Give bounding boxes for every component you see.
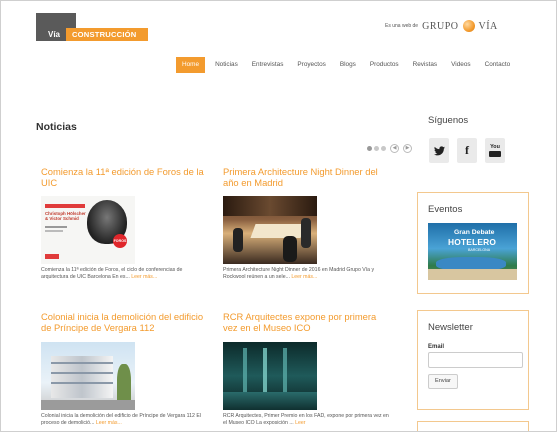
nav-contacto[interactable]: Contacto (485, 57, 511, 73)
poster-name-b: & Victor Schmid (45, 216, 79, 221)
news-card-title[interactable]: Colonial inicia la demolición del edific… (41, 311, 209, 333)
exhibit-floor (223, 392, 317, 410)
news-card-desc: Primera Architecture Night Dinner de 201… (223, 267, 389, 281)
group-brand[interactable]: Es una web de GRUPO VÍA (385, 19, 498, 33)
youtube-text: You (490, 144, 500, 150)
section-title: Noticias (36, 121, 77, 133)
render-street (41, 400, 135, 410)
twitter-bird-icon (433, 145, 445, 155)
youtube-tube (489, 151, 501, 157)
poster-line (45, 226, 67, 228)
nav-noticias[interactable]: Noticias (215, 57, 238, 73)
next-box (417, 421, 529, 431)
send-button[interactable]: Enviar (428, 374, 458, 389)
nav-proyectos[interactable]: Proyectos (297, 57, 325, 73)
news-card-image[interactable] (223, 342, 317, 410)
photo-person (233, 228, 243, 252)
news-card-title[interactable]: Primera Architecture Night Dinner del añ… (223, 166, 391, 188)
photo-ceiling (223, 196, 317, 216)
events-box: Eventos Gran Debate HOTELERO BARCELONA (417, 192, 529, 294)
logo-via-text: Vía (48, 30, 61, 39)
poster-red-bar (45, 204, 85, 208)
group-ball-icon (462, 20, 475, 32)
read-more-link[interactable]: Leer más... (96, 420, 122, 426)
event-banner-line3: BARCELONA (468, 248, 491, 252)
next-arrow-icon[interactable]: ▶ (403, 144, 412, 153)
render-stripe (51, 372, 113, 374)
group-brand-a: GRUPO (422, 20, 459, 32)
poster-logo (45, 254, 59, 259)
news-card: RCR Arquitectes expone por primera vez e… (223, 311, 391, 431)
news-card-title[interactable]: Comienza la 11ª edición de Foros de la U… (41, 166, 209, 188)
carousel-pager: ◀ ▶ (367, 144, 412, 153)
news-card-image[interactable]: Christoph Hölscher & Victor Schmid FOROS (41, 196, 135, 264)
event-banner-deck (428, 269, 517, 280)
poster-foros-badge: FOROS (113, 234, 127, 248)
email-input[interactable] (428, 352, 523, 368)
pager-dot[interactable] (374, 146, 379, 151)
events-title: Eventos (428, 204, 463, 215)
site-logo[interactable]: Vía CONSTRUCCIÓN (36, 13, 148, 41)
news-card-desc: RCR Arquitectes, Primer Premio en los FA… (223, 413, 389, 427)
browser-frame: Vía CONSTRUCCIÓN Es una web de GRUPO VÍA… (0, 0, 557, 432)
email-label: Email (428, 344, 445, 350)
logo-construccion-text: CONSTRUCCIÓN (72, 30, 137, 39)
news-card-image[interactable] (41, 342, 135, 410)
news-card-desc: Comienza la 11ª edición de Foros, el cic… (41, 267, 207, 281)
nav-revistas[interactable]: Revistas (413, 57, 438, 73)
read-more-link[interactable]: Leer más... (131, 274, 157, 280)
photo-table (250, 224, 306, 238)
pager-dot[interactable] (381, 146, 386, 151)
news-card-title[interactable]: RCR Arquitectes expone por primera vez e… (223, 311, 391, 333)
nav-blogs[interactable]: Blogs (340, 57, 356, 73)
news-card: Primera Architecture Night Dinner del añ… (223, 166, 391, 306)
nav-entrevistas[interactable]: Entrevistas (252, 57, 284, 73)
event-banner-line2: HOTELERO (448, 237, 497, 247)
nav-productos[interactable]: Productos (370, 57, 399, 73)
news-card-image[interactable] (223, 196, 317, 264)
photo-person (283, 236, 297, 262)
photo-person (301, 218, 311, 248)
youtube-icon[interactable]: You (485, 138, 505, 163)
news-card-desc: Colonial inicia la demolición del edific… (41, 413, 207, 427)
prev-arrow-icon[interactable]: ◀ (390, 144, 399, 153)
nav-home[interactable]: Home (176, 57, 206, 73)
read-more-link[interactable]: Leer más... (291, 274, 317, 280)
nav-videos[interactable]: Videos (451, 57, 470, 73)
group-brand-b: VÍA (478, 20, 498, 32)
event-banner-line1: Gran Debate (454, 229, 495, 236)
newsletter-title: Newsletter (428, 322, 473, 333)
event-banner[interactable]: Gran Debate HOTELERO BARCELONA (428, 223, 517, 280)
group-prefix: Es una web de (385, 23, 419, 29)
pager-dot[interactable] (367, 146, 372, 151)
poster-line (45, 230, 63, 232)
news-card: Colonial inicia la demolición del edific… (41, 311, 209, 431)
render-stripe (51, 362, 113, 364)
news-card-desc-text: Comienza la 11ª edición de Foros, el cic… (41, 267, 183, 280)
read-more-link[interactable]: Leer (295, 420, 305, 426)
facebook-icon[interactable]: f (457, 138, 477, 163)
news-card: Comienza la 11ª edición de Foros de la U… (41, 166, 209, 306)
follow-title: Síguenos (428, 115, 469, 126)
render-tree (117, 364, 131, 404)
twitter-icon[interactable] (429, 138, 449, 163)
render-stripe (51, 382, 113, 384)
main-nav: Home Noticias Entrevistas Proyectos Blog… (176, 57, 524, 73)
